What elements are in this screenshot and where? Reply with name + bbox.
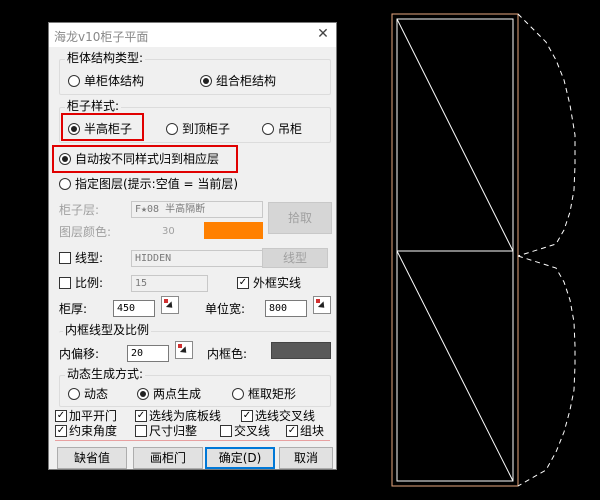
inner-color-swatch[interactable]: [271, 342, 331, 359]
radio-auto-layer[interactable]: [59, 153, 71, 165]
half-height-label: 半高柜子: [84, 122, 133, 136]
size-round-label: 尺寸归整: [149, 424, 198, 438]
cabinet-outer-frame: [391, 13, 519, 487]
select-bottom-checkbox[interactable]: [135, 410, 147, 422]
ok-button[interactable]: 确定(D): [205, 447, 275, 469]
inner-offset-pick-icon[interactable]: [175, 341, 193, 359]
thickness-field[interactable]: 450: [113, 300, 155, 317]
radio-combo-structure[interactable]: [200, 75, 212, 87]
upper-door-swing-dashed: [517, 13, 576, 257]
cabinet-inner-frame: [396, 18, 514, 482]
radio-two-points[interactable]: [137, 388, 149, 400]
title-bar: 海龙v10柜子平面 ✕: [49, 23, 336, 47]
upper-diagonal-line: [396, 18, 514, 252]
constraint-angle-label: 约束角度: [69, 424, 118, 438]
radio-hanging[interactable]: [262, 123, 274, 135]
outer-solid-label: 外框实线: [253, 276, 302, 290]
cross-line-checkbox[interactable]: [220, 425, 232, 437]
inner-frame-label: 内框线型及比例: [63, 323, 152, 337]
cross-line-label: 交叉线: [234, 424, 271, 438]
two-points-label: 两点生成: [153, 387, 202, 401]
linetype-button[interactable]: 线型: [262, 248, 328, 268]
dialog-title: 海龙v10柜子平面: [54, 30, 149, 44]
radio-to-top[interactable]: [166, 123, 178, 135]
radio-specify-layer[interactable]: [59, 178, 71, 190]
layer-color-swatch[interactable]: [204, 222, 263, 239]
hanging-label: 吊柜: [278, 122, 303, 136]
flat-door-checkbox[interactable]: [55, 410, 67, 422]
layer-color-value: 30: [162, 226, 175, 237]
structure-label: 柜体结构类型:: [65, 51, 146, 65]
cancel-button[interactable]: 取消: [279, 447, 333, 469]
lower-door-swing-dashed: [517, 255, 576, 487]
size-round-checkbox[interactable]: [135, 425, 147, 437]
group-checkbox[interactable]: [286, 425, 298, 437]
scale-label: 比例:: [75, 276, 104, 290]
unit-width-field[interactable]: 800: [265, 300, 307, 317]
select-cross-label: 选线交叉线: [255, 409, 316, 423]
outer-solid-checkbox[interactable]: [237, 277, 249, 289]
group-label: 组块: [300, 424, 325, 438]
linetype-field[interactable]: HIDDEN: [131, 250, 263, 267]
close-icon[interactable]: ✕: [315, 26, 331, 42]
combo-structure-label: 组合柜结构: [216, 74, 277, 88]
layer-color-label: 图层颜色:: [59, 225, 112, 239]
thickness-pick-icon[interactable]: [161, 296, 179, 314]
inner-color-label: 内框色:: [207, 347, 248, 361]
cabinet-layer-field[interactable]: F★08 半高隔断: [131, 201, 263, 218]
unit-width-label: 单位宽:: [205, 302, 246, 316]
linetype-checkbox[interactable]: [59, 252, 71, 264]
cabinet-plan-dialog: 海龙v10柜子平面 ✕ 柜体结构类型: 单柜体结构 组合柜结构 柜子样式: 半高…: [48, 22, 337, 470]
constraint-angle-checkbox[interactable]: [55, 425, 67, 437]
scale-field[interactable]: 15: [131, 275, 208, 292]
flat-door-label: 加平开门: [69, 409, 118, 423]
linetype-label: 线型:: [75, 251, 104, 265]
cabinet-layer-label: 柜子层:: [59, 203, 100, 217]
thickness-label: 柜厚:: [59, 302, 88, 316]
dynamic-label: 动态生成方式:: [65, 367, 146, 381]
inner-offset-field[interactable]: 20: [127, 345, 169, 362]
lower-diagonal-line: [396, 250, 514, 482]
style-label: 柜子样式:: [65, 99, 122, 113]
draw-door-button[interactable]: 画柜门: [133, 447, 203, 469]
specify-layer-label: 指定图层(提示:空值 = 当前层): [75, 177, 239, 191]
radio-rect-select[interactable]: [232, 388, 244, 400]
radio-dynamic[interactable]: [68, 388, 80, 400]
scale-checkbox[interactable]: [59, 277, 71, 289]
single-structure-label: 单柜体结构: [84, 74, 145, 88]
rect-select-label: 框取矩形: [248, 387, 297, 401]
unit-width-pick-icon[interactable]: [313, 296, 331, 314]
select-cross-checkbox[interactable]: [241, 410, 253, 422]
to-top-label: 到顶柜子: [182, 122, 231, 136]
divider-line: [55, 440, 330, 441]
default-value-button[interactable]: 缺省值: [57, 447, 127, 469]
radio-half-height[interactable]: [68, 123, 80, 135]
radio-single-structure[interactable]: [68, 75, 80, 87]
select-bottom-label: 选线为底板线: [149, 409, 222, 423]
dynamic-option-label: 动态: [84, 387, 109, 401]
auto-layer-label: 自动按不同样式归到相应层: [75, 152, 220, 166]
inner-offset-label: 内偏移:: [59, 347, 100, 361]
pick-button[interactable]: 拾取: [268, 202, 332, 234]
